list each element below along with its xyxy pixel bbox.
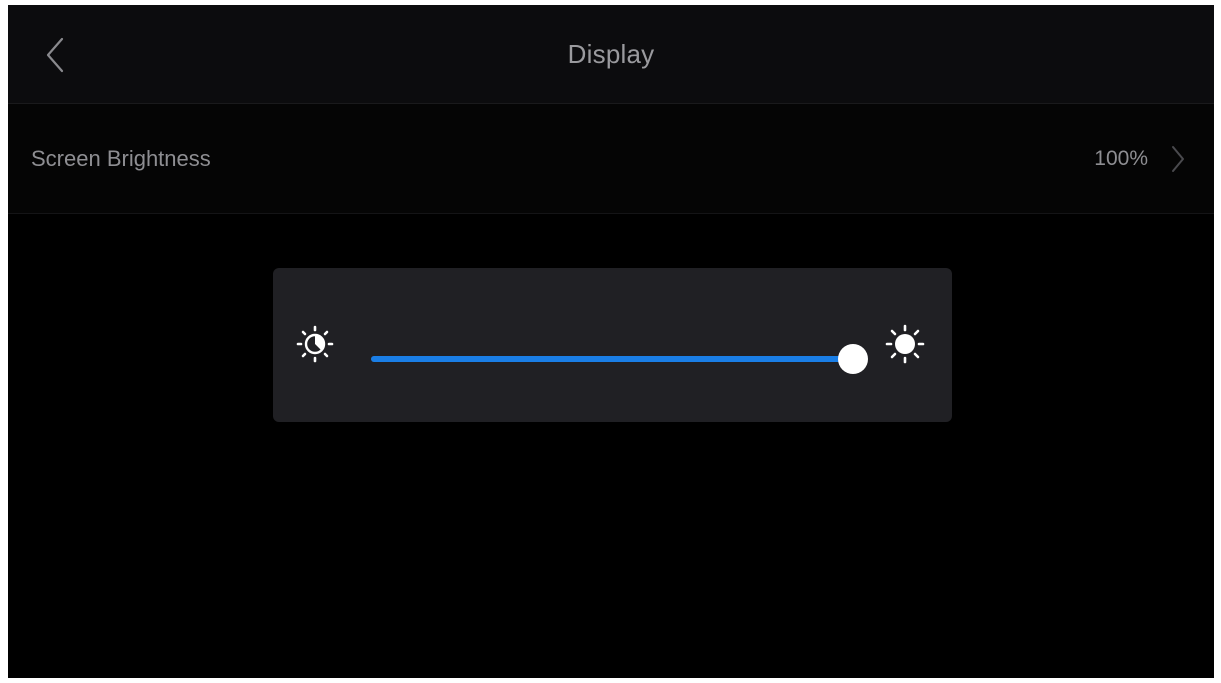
screen-brightness-row[interactable]: Screen Brightness 100% — [8, 104, 1214, 214]
sun-high-icon — [885, 324, 925, 364]
display-settings-screen: Display Screen Brightness 100% — [8, 5, 1214, 678]
brightness-slider[interactable] — [371, 338, 871, 378]
slider-track — [371, 344, 868, 374]
sun-low-icon — [296, 325, 334, 363]
page-title: Display — [567, 39, 655, 69]
header-bar: Display — [8, 5, 1214, 104]
slider-thumb[interactable] — [838, 344, 868, 374]
screen-brightness-label: Screen Brightness — [31, 146, 211, 171]
brightness-panel — [273, 268, 952, 422]
slider-fill — [371, 356, 853, 362]
screen-brightness-value: 100% — [1094, 147, 1148, 170]
chevron-right-icon — [1172, 146, 1184, 172]
